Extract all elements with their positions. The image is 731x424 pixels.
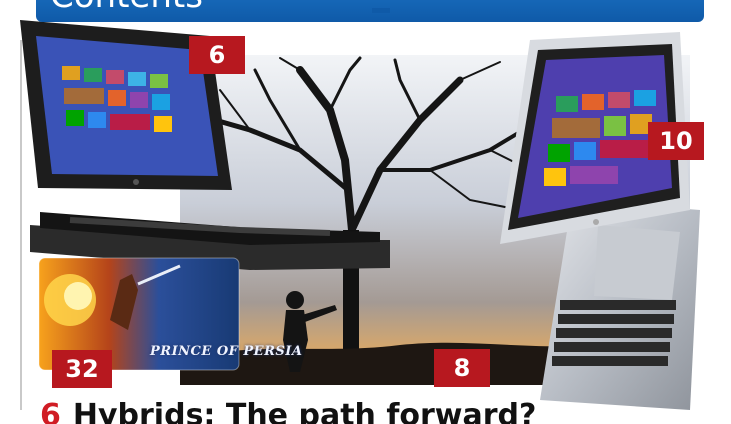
- header-notch: [372, 8, 390, 13]
- page-badge-32[interactable]: 32: [52, 350, 112, 388]
- article-headline[interactable]: 6 Hybrids: The path forward?: [40, 398, 536, 424]
- page-title: Contents: [50, 0, 203, 16]
- contents-header: Contents: [36, 0, 704, 22]
- contents-page: Contents PRINCE OF PERSIA 6 10 32 8 6 Hyb…: [0, 0, 731, 424]
- page-badge-6[interactable]: 6: [189, 36, 245, 74]
- page-margin-rule: [20, 40, 22, 410]
- page-badge-8[interactable]: 8: [434, 349, 490, 387]
- page-badge-10[interactable]: 10: [648, 122, 704, 160]
- start-screen-tiles: [62, 66, 172, 132]
- game-logo-text: PRINCE OF PERSIA: [150, 344, 303, 359]
- article-title: Hybrids: The path forward?: [72, 398, 537, 424]
- keyboard: [552, 300, 676, 366]
- article-page-number: 6: [40, 398, 61, 424]
